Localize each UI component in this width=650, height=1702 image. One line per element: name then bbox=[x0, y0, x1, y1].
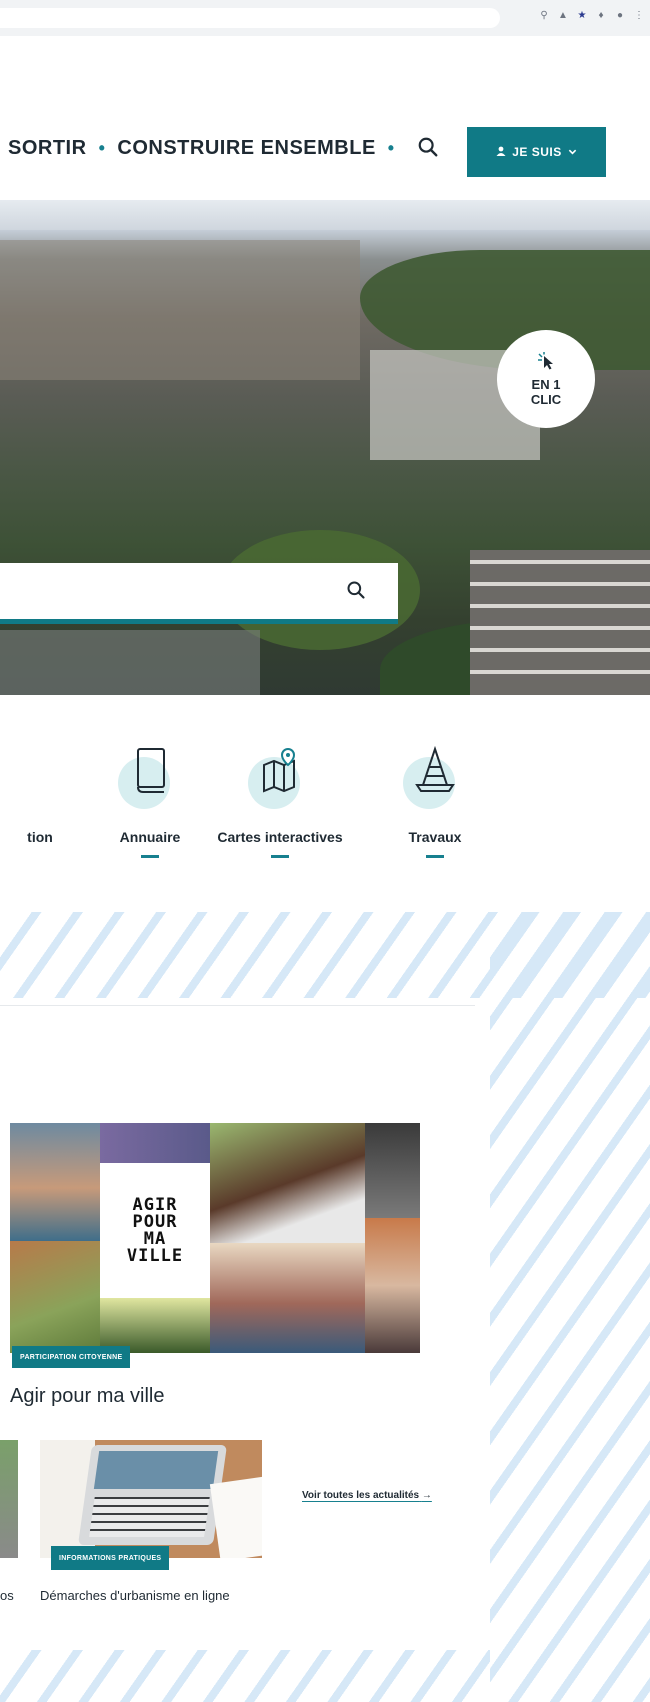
user-icon bbox=[496, 145, 506, 159]
news-left-image[interactable] bbox=[0, 1440, 18, 1558]
zoom-icon[interactable]: ⚲ bbox=[539, 10, 549, 21]
active-underline bbox=[271, 855, 289, 858]
search-icon[interactable] bbox=[417, 136, 441, 160]
nav-item-sortir[interactable]: SORTIR bbox=[8, 137, 87, 160]
see-all-news-link[interactable]: Voir toutes les actualités → bbox=[302, 1490, 432, 1501]
book-icon bbox=[118, 745, 182, 809]
clic-line-1: EN 1 bbox=[531, 376, 561, 392]
quick-link-label: Travaux bbox=[408, 829, 462, 845]
browser-toolbar: ⚲ ▲ ★ ♦ ● ⋮ bbox=[0, 0, 650, 37]
news-left-title[interactable]: os bbox=[0, 1588, 14, 1603]
clic-line-2: CLIC bbox=[530, 391, 562, 407]
news-small-image[interactable] bbox=[40, 1440, 262, 1558]
profile-icon[interactable]: ● bbox=[615, 10, 625, 21]
site-header: SORTIR • CONSTRUIRE ENSEMBLE • JE SUIS bbox=[0, 36, 650, 196]
nav-separator: • bbox=[387, 137, 395, 158]
site-search-bar bbox=[0, 563, 398, 624]
active-underline bbox=[426, 855, 444, 858]
main-nav: SORTIR • CONSTRUIRE ENSEMBLE • bbox=[8, 136, 441, 160]
quick-link-cartes[interactable]: Cartes interactives bbox=[205, 745, 355, 858]
quick-link-annuaire[interactable]: Annuaire bbox=[75, 745, 225, 858]
divider bbox=[0, 1005, 475, 1006]
search-input[interactable] bbox=[0, 563, 330, 619]
nav-separator: • bbox=[98, 137, 106, 158]
agir-logo-tile: AGIR POUR MA VILLE bbox=[100, 1163, 210, 1298]
cursor-click-icon bbox=[536, 351, 556, 373]
chevron-down-icon bbox=[568, 145, 577, 159]
extensions-icon[interactable]: ♦ bbox=[596, 10, 606, 21]
arrow-right-icon: → bbox=[421, 1490, 432, 1501]
traffic-cone-icon bbox=[403, 745, 467, 809]
news-small-title[interactable]: Démarches d'urbanisme en ligne bbox=[40, 1588, 230, 1603]
browser-icons: ⚲ ▲ ★ ♦ ● ⋮ bbox=[539, 10, 644, 21]
quick-links: tion Annuaire Cartes interactives Travau… bbox=[0, 745, 650, 875]
nav-item-construire-ensemble[interactable]: CONSTRUIRE ENSEMBLE bbox=[117, 137, 375, 160]
je-suis-label: JE SUIS bbox=[512, 145, 562, 159]
news-main-image[interactable]: AGIR POUR MA VILLE bbox=[10, 1123, 445, 1353]
news-main-title[interactable]: Agir pour ma ville bbox=[10, 1385, 165, 1408]
map-pin-icon bbox=[248, 745, 312, 809]
bookmark-star-icon[interactable]: ★ bbox=[577, 10, 587, 21]
je-suis-button[interactable]: JE SUIS bbox=[467, 127, 606, 177]
decorative-stripes-right bbox=[490, 912, 650, 1702]
search-submit-icon[interactable] bbox=[346, 580, 368, 602]
en-1-clic-button[interactable]: EN 1 CLIC bbox=[497, 330, 595, 428]
address-bar[interactable] bbox=[0, 8, 500, 28]
category-badge: PARTICIPATION CITOYENNE bbox=[12, 1346, 131, 1368]
active-underline bbox=[141, 855, 159, 858]
quick-link-label: Cartes interactives bbox=[217, 829, 343, 845]
category-badge: INFORMATIONS PRATIQUES bbox=[51, 1546, 170, 1570]
quick-link-label: Annuaire bbox=[119, 829, 181, 845]
share-icon[interactable]: ▲ bbox=[558, 10, 568, 21]
quick-link-travaux[interactable]: Travaux bbox=[360, 745, 510, 858]
decorative-stripes-bottom bbox=[0, 1650, 490, 1702]
menu-icon[interactable]: ⋮ bbox=[634, 10, 644, 21]
